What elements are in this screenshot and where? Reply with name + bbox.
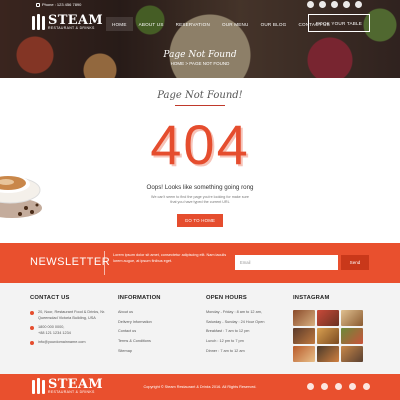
instagram-photo[interactable] [341,346,363,362]
fork-logo-icon [32,14,46,31]
title-divider [175,105,225,106]
instagram-photo[interactable] [293,310,315,326]
footer-contact: CONTACT US 20, Noor, Restaurant Food & D… [30,295,110,350]
page-title: Page Not Found! [157,90,243,101]
instagram-heading: INSTAGRAM [293,295,330,301]
book-table-button[interactable]: BOOK YOUR TABLE [308,14,370,32]
phone-icon [30,326,34,330]
hours-heading: OPEN HOURS [206,295,247,301]
hours-line: Dinner : 7 am to 12 am [206,348,245,353]
footer-link-sitemap[interactable]: Sitemap [118,349,188,355]
hours-line: Breakfast : 7 am to 12 pm [206,329,250,334]
nav-about[interactable]: ABOUT US [133,17,170,31]
phone-info: Phone : 123 456 7890 [36,2,81,7]
error-heading: Oops! Looks like something going rong [146,184,254,191]
vimeo-icon[interactable] [355,1,362,8]
hours-line: Lunch : 12 pm to 7 pm [206,339,244,344]
nav-home[interactable]: HOME [106,17,133,31]
contact-phone-2: +88 121 1234 1234 [38,330,71,335]
error-code: 404 [150,113,250,176]
hours-line: Monday - Friday : 8 am to 12 am, [206,310,262,314]
instagram-photo[interactable] [341,328,363,344]
google-plus-icon[interactable] [335,383,342,390]
instagram-photo[interactable] [317,346,339,362]
footer-information: INFORMATION About us Delivery Informatio… [118,295,188,358]
instagram-photo[interactable] [341,310,363,326]
footer-link-delivery[interactable]: Delivery Information [118,320,188,326]
hours-line: Saturday - Sunday : 24 Hour Open [206,319,265,324]
error-description: We can't seem to find the page you're lo… [151,195,249,204]
nav-blog[interactable]: OUR BLOG [255,17,293,31]
phone-icon [36,3,40,7]
footer-link-about[interactable]: About us [118,310,188,316]
footer: CONTACT US 20, Noor, Restaurant Food & D… [0,283,400,374]
hero-banner: Phone : 123 456 7890 STEAM RESTAURANT & … [0,0,400,78]
instagram-photo[interactable] [317,328,339,344]
twitter-icon[interactable] [319,1,326,8]
bottom-bar: STEAM RESTAURANT & DRINKS Copyright © St… [0,374,400,400]
twitter-icon[interactable] [321,383,328,390]
facebook-icon[interactable] [307,383,314,390]
top-bar: Phone : 123 456 7890 [0,0,400,10]
location-icon [30,311,34,315]
contact-phone-1: 1800 000 0000, [38,325,65,329]
contact-address: 20, Noor, Restaurant Food & Drinks, Nr. … [38,310,106,320]
footer-instagram: INSTAGRAM [293,295,368,362]
instagram-photo[interactable] [293,328,315,344]
hero-overlay [0,0,400,78]
main-nav: HOME ABOUT US RESERVATION OUR MENU OUR B… [106,17,336,31]
instagram-photo[interactable] [317,310,339,326]
breadcrumb: HOME > PAGE NOT FOUND [170,61,230,66]
newsletter-send-button[interactable]: Send [341,255,369,270]
footer-link-contact[interactable]: Contact us [118,329,188,335]
newsletter-divider [104,251,105,275]
instagram-photo[interactable] [293,346,315,362]
pinterest-icon[interactable] [349,383,356,390]
phone-text: Phone : 123 456 7890 [42,2,82,7]
site-logo[interactable]: STEAM RESTAURANT & DRINKS [32,14,103,31]
newsletter-title: NEWSLETTER [30,256,111,268]
contact-heading: CONTACT US [30,295,70,301]
footer-logo-subtitle: RESTAURANT & DRINKS [48,390,95,394]
vimeo-icon[interactable] [363,383,370,390]
nav-menu[interactable]: OUR MENU [216,17,255,31]
nav-reservation[interactable]: RESERVATION [170,17,216,31]
instagram-grid [293,310,368,362]
newsletter-email-input[interactable]: Email [235,255,338,270]
hero-title: Page Not Found [163,50,237,60]
bottom-social-links [307,383,370,390]
newsletter-section: NEWSLETTER Lorem ipsum dolor sit amet, c… [0,243,400,283]
go-home-button[interactable]: GO TO HOME [177,214,223,227]
facebook-icon[interactable] [307,1,314,8]
information-heading: INFORMATION [118,295,161,301]
pinterest-icon[interactable] [343,1,350,8]
newsletter-text: Lorem ipsum dolor sit amet, consectetur … [113,253,227,263]
google-plus-icon[interactable] [331,1,338,8]
top-social-links [307,1,362,8]
logo-subtitle: RESTAURANT & DRINKS [48,26,95,30]
contact-email[interactable]: info@yourdomainname.com [38,340,86,346]
footer-link-terms[interactable]: Terms & Conditions [118,339,188,345]
footer-hours: OPEN HOURS Monday - Friday : 8 am to 12 … [206,295,286,358]
mail-icon [30,341,34,345]
